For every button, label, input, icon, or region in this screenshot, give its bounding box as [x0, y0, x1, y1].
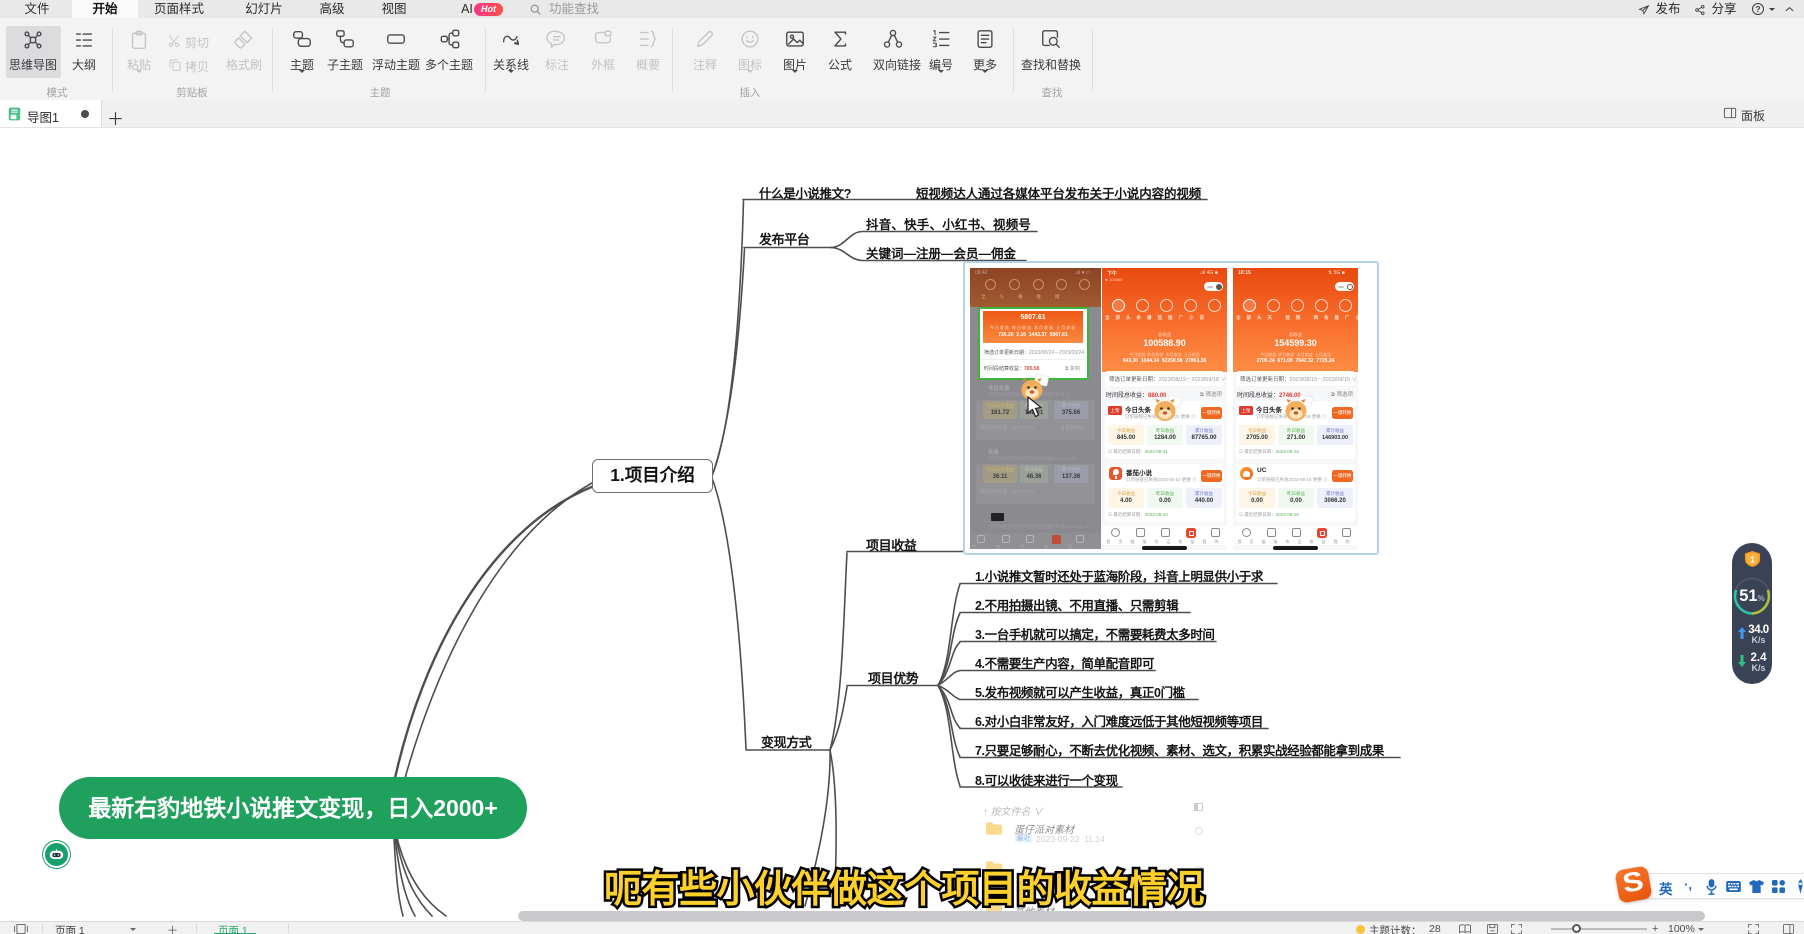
svg-text:1: 1 [1750, 554, 1755, 564]
